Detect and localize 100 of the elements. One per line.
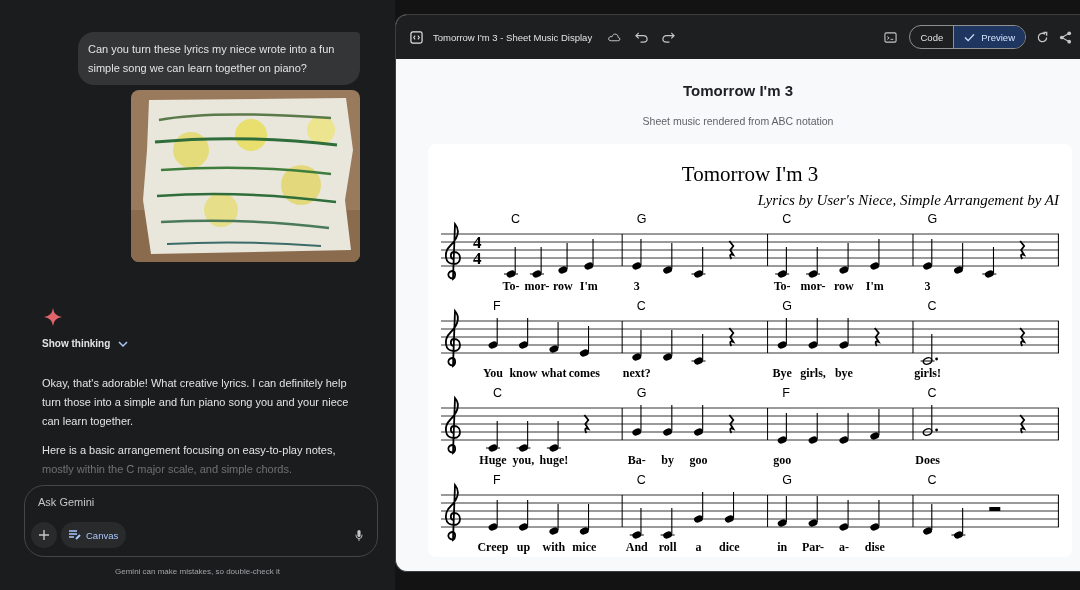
lyric-word: You <box>483 366 503 380</box>
quarter-note <box>870 238 880 270</box>
prompt-box[interactable]: Ask Gemini Canvas <box>24 485 378 557</box>
lyric-word: with <box>542 540 566 554</box>
quarter-note <box>529 246 545 278</box>
quarter-note <box>923 238 933 270</box>
chord-symbol: G <box>927 212 938 226</box>
lyric-word: And <box>625 540 648 554</box>
lyric-word: roll <box>658 540 677 554</box>
chevron-down-icon <box>118 340 129 347</box>
quarter-note <box>805 246 821 278</box>
view-toggle-tab[interactable]: Preview <box>953 26 1025 48</box>
lyric-word: mice <box>572 540 597 554</box>
lyric-word: mor- <box>800 279 826 293</box>
quarter-note <box>808 317 818 349</box>
quarter-rest <box>583 414 590 434</box>
quarter-note <box>663 329 673 361</box>
half-rest <box>989 507 1001 511</box>
quarter-rest <box>728 414 735 434</box>
quarter-note <box>629 507 645 539</box>
chord-symbol: G <box>782 299 792 313</box>
quarter-rest <box>1019 327 1026 347</box>
page-heading: Tomorrow I'm 3 <box>683 82 793 99</box>
add-button[interactable] <box>31 522 57 548</box>
lyric-word: row <box>553 279 573 293</box>
chord-symbol: C <box>636 473 646 487</box>
score-title: Tomorrow I'm 3 <box>681 162 819 187</box>
treble-clef-icon <box>445 484 461 541</box>
response-paragraph: Here is a basic arrangement focusing on easy-to-play notes, mostly within the C major scale, and simple chords. <box>42 443 337 477</box>
quarter-note <box>518 499 529 531</box>
cloud-icon[interactable] <box>608 30 622 44</box>
lyric-word: dice <box>719 540 740 554</box>
score-attribution: Lyrics by User's Niece, Simple Arrangement by AI <box>757 192 1059 209</box>
microphone-icon[interactable] <box>355 529 363 541</box>
refresh-icon[interactable] <box>1036 30 1049 44</box>
chord-symbol: G <box>636 386 647 400</box>
chord-symbol: F <box>493 473 501 487</box>
quarter-note <box>808 495 818 527</box>
time-signature-numerator: 4 <box>473 233 482 252</box>
quarter-note <box>839 242 849 274</box>
lyric-word: next? <box>622 366 651 380</box>
lyric-word: girls, <box>800 366 826 380</box>
lyric-word: goo <box>689 453 708 467</box>
share-icon[interactable] <box>1059 30 1072 44</box>
quarter-note <box>515 420 531 452</box>
prompt-input[interactable]: Ask Gemini <box>31 496 363 508</box>
redo-icon[interactable] <box>662 30 676 44</box>
dotted-half-note <box>920 333 938 366</box>
lyric-word: you, <box>512 453 535 467</box>
chord-symbol: C <box>782 212 792 226</box>
console-icon[interactable] <box>884 30 898 44</box>
quarter-note <box>503 246 519 278</box>
lyric-word: comes <box>568 366 600 380</box>
lyric-word: Bye <box>772 366 792 380</box>
canvas-chip[interactable]: Canvas <box>61 522 127 548</box>
plus-icon <box>38 529 50 541</box>
lyric-word: I'm <box>865 279 884 293</box>
lyric-word: Creep <box>477 540 509 554</box>
lyric-word: a- <box>838 540 849 554</box>
quarter-note <box>870 408 880 440</box>
quarter-note <box>839 317 849 349</box>
lyric-word: Does <box>915 453 940 467</box>
undo-icon[interactable] <box>635 30 649 44</box>
quarter-note <box>839 412 849 444</box>
chord-symbol: C <box>927 473 937 487</box>
quarter-note <box>870 499 880 531</box>
lyric-word: row <box>834 279 854 293</box>
quarter-note <box>584 238 594 270</box>
quarter-rest <box>873 327 880 347</box>
quarter-note <box>694 491 704 523</box>
user-message: Can you turn these lyrics my niece wrote into a fun simple song we can learn together on piano? <box>78 32 360 85</box>
treble-clef-icon <box>445 397 461 454</box>
lyric-word: Ba- <box>627 453 646 467</box>
view-toggle-tab[interactable]: Code <box>910 26 954 48</box>
lyric-word: To- <box>502 279 520 293</box>
lyric-word: Huge <box>479 453 507 467</box>
lyric-word: in <box>777 540 788 554</box>
chord-symbol: F <box>782 386 790 400</box>
quarter-note <box>923 503 933 535</box>
treble-clef-icon <box>445 223 461 280</box>
response-paragraph: Okay, that's adorable! What creative lyrics. I can definitely help turn those into a simple and fun piano song you and your niece can learn together. <box>42 376 350 429</box>
quarter-note <box>632 329 642 361</box>
quarter-note <box>632 238 642 270</box>
quarter-note <box>485 420 501 452</box>
quarter-note <box>777 495 787 527</box>
chord-symbol: C <box>636 299 646 313</box>
dotted-half-note <box>922 404 938 437</box>
lyric-word: girls! <box>914 366 941 380</box>
quarter-note <box>690 246 706 278</box>
lyric-word: I'm <box>579 279 598 293</box>
show-thinking-toggle[interactable]: Show thinking <box>42 338 129 349</box>
treble-clef-icon <box>445 310 461 367</box>
quarter-note <box>549 321 559 353</box>
chord-symbol: F <box>493 299 501 313</box>
quarter-note <box>549 503 559 535</box>
lyric-word: mor- <box>524 279 550 293</box>
quarter-note <box>774 246 790 278</box>
quarter-rest <box>728 240 735 260</box>
lyric-word: Par- <box>801 540 825 554</box>
quarter-note <box>777 317 787 349</box>
